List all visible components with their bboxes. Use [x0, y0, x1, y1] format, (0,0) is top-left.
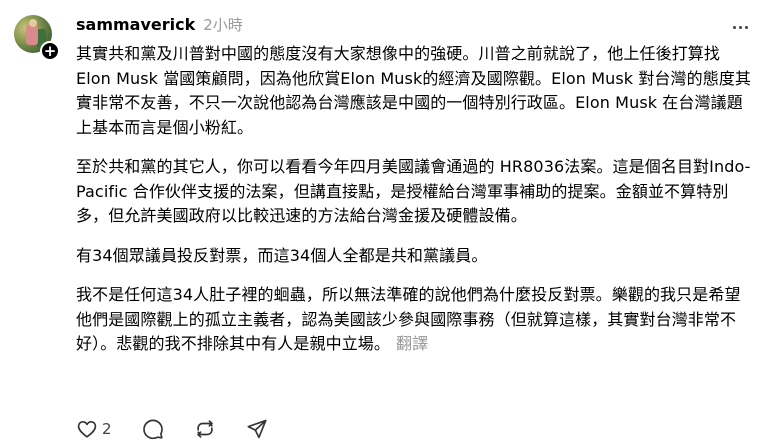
heart-icon [77, 421, 97, 438]
post-avatar-wrap[interactable]: + [14, 15, 60, 61]
like-count: 2 [102, 420, 112, 438]
post-header: sammaverick 2小時 [76, 14, 243, 36]
post-body: 其實共和黨及川普對中國的態度沒有大家想像中的強硬。川普之前就說了，他上任後打算找… [76, 42, 754, 357]
follow-plus-icon[interactable]: + [40, 41, 60, 61]
like-button[interactable]: 2 [76, 418, 112, 440]
repost-button[interactable] [194, 418, 216, 440]
repost-icon [196, 420, 213, 438]
reply-button[interactable] [142, 418, 164, 440]
comment-icon [142, 419, 163, 440]
post-paragraph-3: 有34個眾議員投反對票，而這34個人全都是共和黨議員。 [76, 245, 488, 265]
post-paragraph-2: 至於共和黨的其它人，你可以看看今年四月美國議會通過的 HR8036法案。這是個名… [76, 157, 751, 225]
share-button[interactable] [246, 418, 268, 440]
share-icon [247, 419, 267, 439]
more-options-icon[interactable] [729, 16, 751, 38]
post-paragraph-1: 其實共和黨及川普對中國的態度沒有大家想像中的強硬。川普之前就說了，他上任後打算找… [76, 44, 752, 137]
username[interactable]: sammaverick [76, 15, 195, 34]
post-actions: 2 [76, 416, 298, 442]
translate-link[interactable]: 翻譯 [396, 334, 428, 353]
post-paragraph-4: 我不是任何這34人肚子裡的蛔蟲，所以無法準確的說他們為什麼投反對票。樂觀的我只是… [76, 283, 754, 357]
timestamp[interactable]: 2小時 [203, 14, 243, 35]
